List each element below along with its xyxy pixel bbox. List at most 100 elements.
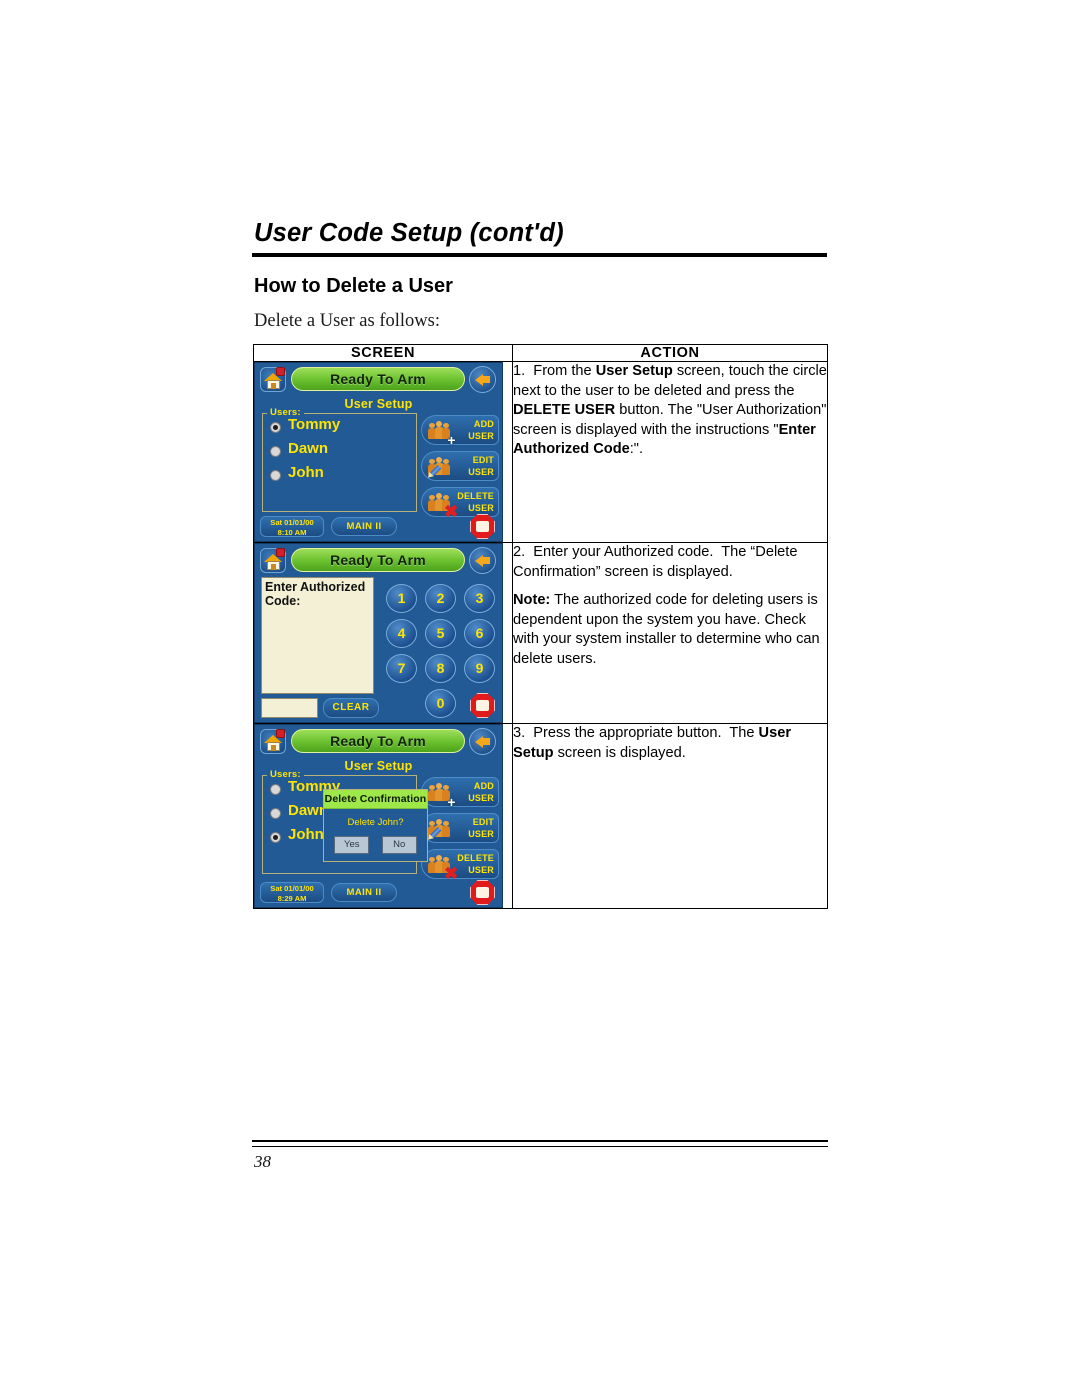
panel-top-bar: Ready To Arm — [255, 547, 502, 575]
touchscreen-panel-authorization: Ready To Arm Enter Authorized Code: CLEA… — [254, 543, 503, 723]
arrow-tail-shape — [482, 557, 490, 564]
touchscreen-panel-delete-confirmation: Ready To Arm User Setup Users: Tommy Daw… — [254, 724, 503, 908]
date-text: Sat 01/01/00 — [270, 518, 314, 527]
delete-user-label: DELETE USER — [457, 491, 494, 513]
manual-page: User Code Setup (cont'd) How to Delete a… — [0, 0, 1080, 1397]
datetime-display[interactable]: Sat 01/01/00 8:29 AM — [260, 882, 324, 903]
action-cell-step2: 2. Enter your Authorized code. The “Dele… — [512, 542, 828, 724]
code-input[interactable] — [261, 698, 318, 718]
time-text: 8:29 AM — [277, 893, 307, 903]
clear-button[interactable]: CLEAR — [323, 698, 379, 718]
footer-divider-bottom — [252, 1146, 828, 1148]
users-group-box: Users: Tommy Dawn John — [262, 407, 417, 512]
radio-button-icon[interactable] — [270, 784, 281, 795]
action-cell-step3: 3. Press the appropriate button. The Use… — [512, 723, 828, 909]
alert-badge-icon — [276, 729, 285, 738]
keypad-key-1[interactable]: 1 — [386, 584, 417, 613]
panel-top-bar: Ready To Arm — [255, 366, 502, 394]
keypad-key-2[interactable]: 2 — [425, 584, 456, 613]
panic-button[interactable] — [470, 693, 495, 718]
edit-user-label: EDIT USER — [468, 455, 494, 477]
keypad-key-0[interactable]: 0 — [425, 689, 456, 718]
main-menu-button[interactable]: MAIN II — [331, 517, 397, 536]
user-name: Tommy — [288, 416, 341, 433]
alert-badge-icon — [276, 548, 285, 557]
action-text: 1. From the User Setup screen, touch the… — [513, 363, 827, 458]
status-badge[interactable]: Ready To Arm — [291, 367, 465, 391]
yes-button[interactable]: Yes — [334, 836, 370, 854]
keypad-key-4[interactable]: 4 — [386, 619, 417, 648]
table-row: Ready To Arm User Setup Users: Tommy Daw… — [253, 723, 828, 909]
section-heading: How to Delete a User — [254, 275, 453, 297]
back-arrow-icon[interactable] — [469, 366, 496, 393]
people-delete-icon: ✖ — [427, 855, 458, 882]
status-badge[interactable]: Ready To Arm — [291, 729, 465, 753]
radio-button-icon[interactable] — [270, 446, 281, 457]
footer-divider-top — [252, 1140, 828, 1143]
edit-user-button[interactable]: EDIT USER — [421, 813, 499, 843]
procedure-table: SCREEN ACTION Ready To Arm User Setup Us… — [253, 344, 828, 909]
datetime-display[interactable]: Sat 01/01/00 8:10 AM — [260, 516, 324, 537]
main-menu-button[interactable]: MAIN II — [331, 883, 397, 902]
keypad-key-7[interactable]: 7 — [386, 654, 417, 683]
arrow-tail-shape — [482, 738, 490, 745]
prompt-display: Enter Authorized Code: — [261, 577, 374, 694]
time-text: 8:10 AM — [277, 527, 307, 537]
delete-user-button[interactable]: ✖ DELETE USER — [421, 487, 499, 520]
keypad-key-6[interactable]: 6 — [464, 619, 495, 648]
delete-user-button[interactable]: ✖ DELETE USER — [421, 849, 499, 882]
page-title: User Code Setup (cont'd) — [254, 219, 564, 247]
back-arrow-icon[interactable] — [469, 547, 496, 574]
home-icon[interactable] — [260, 548, 286, 573]
keypad-key-3[interactable]: 3 — [464, 584, 495, 613]
delete-user-label: DELETE USER — [457, 853, 494, 875]
home-icon[interactable] — [260, 367, 286, 392]
edit-user-button[interactable]: EDIT USER — [421, 451, 499, 481]
add-user-button[interactable]: + ADD USER — [421, 415, 499, 447]
action-text: 3. Press the appropriate button. The Use… — [513, 725, 791, 761]
user-name: John — [288, 826, 324, 843]
user-name: John — [288, 464, 324, 481]
keypad-key-9[interactable]: 9 — [464, 654, 495, 683]
title-divider — [252, 253, 827, 257]
no-button[interactable]: No — [381, 836, 417, 854]
panel-bottom-bar: Sat 01/01/00 8:10 AM MAIN II — [255, 514, 502, 539]
user-name: Dawn — [288, 440, 329, 457]
column-header-action: ACTION — [512, 344, 828, 362]
radio-button-icon[interactable] — [270, 808, 281, 819]
add-user-button[interactable]: + ADD USER — [421, 777, 499, 809]
table-row: Ready To Arm User Setup Users: Tommy Daw… — [253, 361, 828, 543]
panic-button[interactable] — [470, 514, 495, 539]
back-arrow-icon[interactable] — [469, 728, 496, 755]
action-text: 2. Enter your Authorized code. The “Dele… — [513, 544, 798, 580]
home-door-shape — [271, 564, 276, 570]
radio-button-icon[interactable] — [270, 470, 281, 481]
arrow-tail-shape — [482, 376, 490, 383]
edit-user-label: EDIT USER — [468, 817, 494, 839]
keypad-key-5[interactable]: 5 — [425, 619, 456, 648]
home-icon[interactable] — [260, 729, 286, 754]
status-badge[interactable]: Ready To Arm — [291, 548, 465, 572]
dialog-button-row: Yes No — [324, 834, 427, 861]
people-edit-icon — [425, 819, 451, 842]
table-row: Ready To Arm Enter Authorized Code: CLEA… — [253, 542, 828, 724]
keypad-key-8[interactable]: 8 — [425, 654, 456, 683]
radio-button-icon[interactable] — [270, 832, 281, 843]
page-number: 38 — [254, 1152, 271, 1171]
column-header-screen: SCREEN — [253, 344, 513, 362]
people-edit-icon — [425, 457, 451, 480]
action-note-text: Note: The authorized code for deleting u… — [513, 592, 820, 667]
touchscreen-panel-user-setup: Ready To Arm User Setup Users: Tommy Daw… — [254, 362, 503, 542]
panel-top-bar: Ready To Arm — [255, 728, 502, 756]
delete-confirmation-dialog: Delete Confirmation Delete John? Yes No — [323, 789, 428, 862]
home-door-shape — [271, 745, 276, 751]
panic-button[interactable] — [470, 880, 495, 905]
panel-bottom-bar: Sat 01/01/00 8:29 AM MAIN II — [255, 880, 502, 905]
people-delete-icon: ✖ — [427, 493, 458, 520]
alert-badge-icon — [276, 367, 285, 376]
dialog-title: Delete Confirmation — [324, 790, 427, 809]
dialog-message: Delete John? — [347, 817, 404, 828]
radio-button-icon[interactable] — [270, 422, 281, 433]
people-add-icon: + — [427, 421, 456, 447]
screen-cell-step3: Ready To Arm User Setup Users: Tommy Daw… — [253, 723, 513, 909]
